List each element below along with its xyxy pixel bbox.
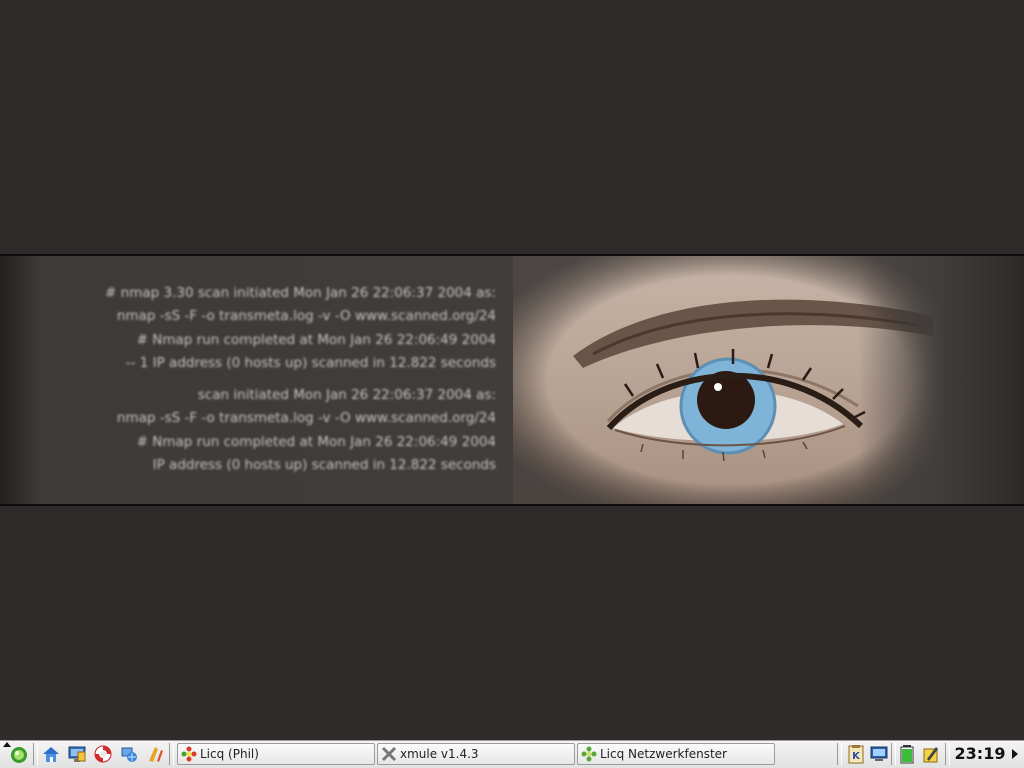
wallpaper-text-line: scan initiated Mon Jan 26 22:06:37 2004 … (197, 387, 496, 404)
panel-handle[interactable] (837, 743, 842, 765)
notes-icon[interactable] (921, 744, 941, 764)
task-label: Licq (Phil) (200, 747, 259, 761)
task-button-xmule[interactable]: xmule v1.4.3 (377, 743, 575, 765)
panel-handle[interactable] (945, 743, 950, 765)
task-label: xmule v1.4.3 (400, 747, 479, 761)
clock[interactable]: 23:19 (952, 742, 1008, 766)
task-button-licq-netzwerkfenster[interactable]: Licq Netzwerkfenster (577, 743, 775, 765)
wallpaper-text-line: IP address (0 hosts up) scanned in 12.82… (152, 457, 496, 474)
wallpaper-text-line: # Nmap run completed at Mon Jan 26 22:06… (136, 433, 496, 450)
wallpaper-text-line: # nmap 3.30 scan initiated Mon Jan 26 22… (105, 285, 496, 301)
home-folder-icon[interactable] (41, 744, 61, 764)
klipper-icon[interactable]: K (846, 744, 866, 764)
wallpaper-text-line: # Nmap run completed at Mon Jan 26 22:06… (136, 331, 496, 348)
task-button-licq-phil[interactable]: Licq (Phil) (177, 743, 375, 765)
kde-menu-icon[interactable] (9, 744, 29, 764)
panel-handle[interactable] (33, 743, 38, 765)
wallpaper-text-line: nmap -sS -F -o transmeta.log -v -O www.s… (116, 308, 496, 325)
battery-icon[interactable] (897, 744, 917, 764)
wallpaper-text-line: -- 1 IP address (0 hosts up) scanned in … (125, 354, 496, 371)
wallpaper-text-line: nmap -sS -F -o transmeta.log -v -O www.s… (116, 410, 496, 427)
licq-flower-icon (181, 746, 197, 762)
desktop-background: # nmap 3.30 scan initiated Mon Jan 26 22… (0, 0, 1024, 740)
wallpaper-nmap-text: # nmap 3.30 scan initiated Mon Jan 26 22… (40, 282, 496, 477)
monitor-icon[interactable] (869, 744, 889, 764)
panel-scroll-right-icon[interactable] (1012, 749, 1018, 759)
help-lifebuoy-icon[interactable] (93, 744, 113, 764)
svg-text:K: K (852, 751, 861, 762)
network-browser-icon[interactable] (119, 744, 139, 764)
show-desktop-icon[interactable] (67, 744, 87, 764)
xmule-x-icon (381, 746, 397, 762)
wallpaper-banner: # nmap 3.30 scan initiated Mon Jan 26 22… (0, 254, 1024, 506)
eye-photo (513, 256, 945, 504)
task-label: Licq Netzwerkfenster (600, 747, 727, 761)
licq-green-icon (581, 746, 597, 762)
taskbar: Licq (Phil) xmule v1.4.3 Licq Netzwerkfe… (0, 740, 1024, 768)
panel-handle[interactable] (169, 743, 174, 765)
office-tools-icon[interactable] (145, 744, 165, 764)
panel-handle[interactable] (891, 743, 896, 765)
